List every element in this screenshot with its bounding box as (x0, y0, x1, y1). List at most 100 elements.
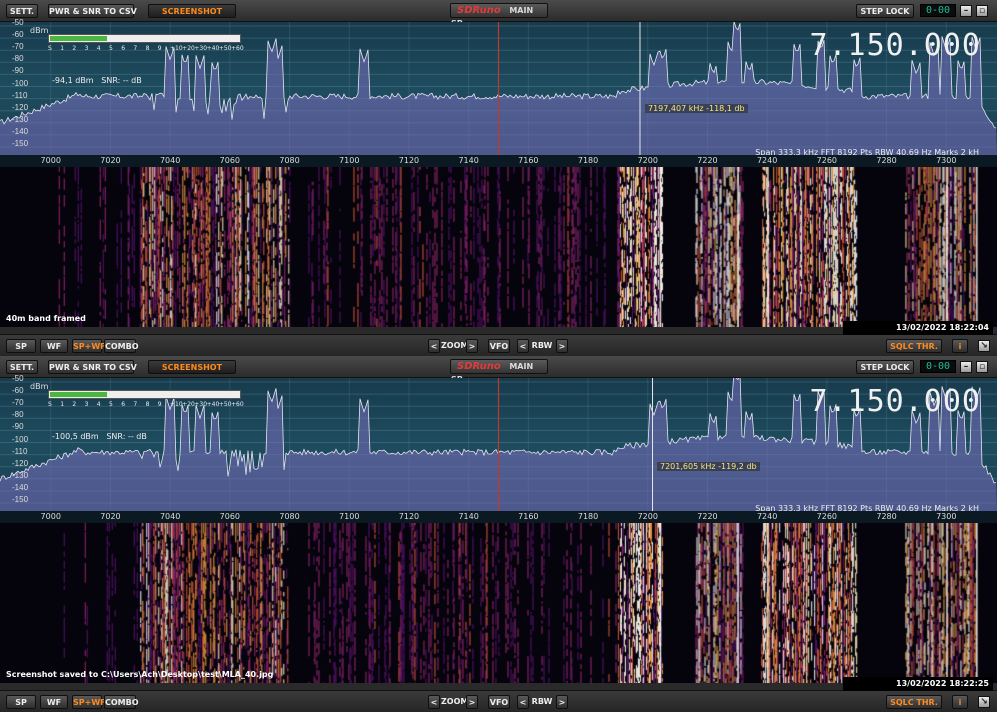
combo-button[interactable]: COMBO (104, 339, 139, 353)
db-tick-label: -60 (12, 30, 24, 40)
db-tick-label: -120 (12, 102, 29, 112)
level-readout: -94,1 dBm SNR: -- dB (52, 76, 142, 85)
s-meter-tick: 7 (133, 45, 138, 52)
waterfall-canvas (0, 523, 997, 683)
step-lock-button[interactable]: STEP LOCK (856, 4, 914, 18)
freq-tick-label: 7100 (339, 512, 360, 521)
s-meter-tick: 3 (84, 45, 89, 52)
maximize-icon[interactable]: ▫ (976, 361, 988, 373)
vfo-button[interactable]: VFO (488, 695, 510, 709)
s-meter-fill (50, 36, 108, 41)
snr-readout: SNR: -- dB (106, 432, 147, 441)
freq-tick-label: 7280 (876, 156, 897, 165)
s-meter-fill (50, 392, 108, 397)
combo-button[interactable]: COMBO (104, 695, 139, 709)
freq-tick-label: 7140 (458, 512, 479, 521)
s-meter-tick: +40 (206, 45, 220, 52)
sp-button[interactable]: SP (6, 695, 36, 709)
rbw-up-button[interactable]: > (556, 339, 568, 353)
freq-tick-label: 7080 (279, 512, 300, 521)
waterfall-display[interactable]: 40m band framed (0, 167, 997, 327)
freq-tick-label: 7160 (518, 156, 539, 165)
sdr-panel-top: SETT. PWR & SNR TO CSV SCREENSHOT SDRuno… (0, 0, 997, 356)
waterfall-display[interactable]: Screenshot saved to C:\Users\Ach\Desktop… (0, 523, 997, 683)
toolbar: SETT. PWR & SNR TO CSV SCREENSHOT SDRuno… (0, 356, 997, 384)
s-meter-tick: S (48, 401, 52, 408)
waterfall-caption: 40m band framed (6, 314, 86, 323)
sp-wf-button[interactable]: SP+WF (72, 695, 106, 709)
zoom-in-button[interactable]: > (466, 339, 478, 353)
freq-tick-label: 7240 (756, 512, 778, 521)
zoom-in-button[interactable]: > (466, 695, 478, 709)
s-meter-scale: S 1 2 3 4 5 6 7 8 9 +10 +20 +30 +40 +50 +60 (48, 45, 248, 55)
freq-tick-label: 7300 (936, 512, 957, 521)
freq-tick-label: 7240 (756, 156, 778, 165)
wf-button[interactable]: WF (40, 695, 68, 709)
rbw-up-button[interactable]: > (556, 695, 568, 709)
info-button[interactable]: i (952, 339, 968, 353)
freq-tick-label: 7000 (40, 512, 61, 521)
freq-tick-label: 7160 (518, 512, 539, 521)
s-meter-tick: S (48, 45, 52, 52)
s-meter-tick: +60 (231, 45, 244, 52)
minimize-icon[interactable]: – (960, 5, 972, 17)
minimize-icon[interactable]: – (960, 361, 972, 373)
frequency-display[interactable]: 7.150.000 (809, 28, 981, 63)
screenshot-button[interactable]: SCREENSHOT (148, 360, 236, 374)
freq-tick-label: 7180 (577, 512, 599, 521)
db-tick-label: -110 (12, 446, 28, 456)
freq-tick-label: 7060 (219, 512, 241, 521)
rbw-down-button[interactable]: < (517, 339, 529, 353)
freq-tick-label: 7000 (40, 156, 61, 165)
sp-wf-button[interactable]: SP+WF (72, 339, 106, 353)
freq-tick-label: 7200 (637, 512, 658, 521)
step-lock-button[interactable]: STEP LOCK (856, 360, 914, 374)
frequency-display[interactable]: 7.150.000 (809, 384, 981, 419)
settings-button[interactable]: SETT. (6, 360, 38, 374)
sqlc-threshold-button[interactable]: SQLC THR. (886, 695, 942, 709)
pwr-snr-csv-button[interactable]: PWR & SNR TO CSV (48, 360, 137, 374)
s-meter-tick: 6 (121, 401, 126, 408)
sp-button[interactable]: SP (6, 339, 36, 353)
s-meter-tick: 8 (145, 401, 150, 408)
s-meter (48, 34, 241, 43)
zoom-label: ZOOM (441, 341, 469, 350)
spectrum-display[interactable]: -50 -60 -70 -80 -90 -100 -110 -120 -130 -140 -150 … (0, 18, 997, 157)
freq-tick-label: 7020 (100, 512, 121, 521)
freq-tick-label: 7180 (577, 156, 599, 165)
pwr-snr-csv-button[interactable]: PWR & SNR TO CSV (48, 4, 137, 18)
waterfall-canvas (0, 167, 997, 327)
resize-icon[interactable]: ↘ (978, 340, 990, 352)
maximize-icon[interactable]: ▫ (976, 5, 988, 17)
info-button[interactable]: i (952, 695, 968, 709)
s-meter-tick: 2 (72, 45, 77, 52)
resize-icon[interactable]: ↘ (978, 696, 990, 708)
db-tick-label: -90 (12, 422, 24, 432)
bottom-toolbar: 13/02/2022 18:22:04 SP WF SP+WF COMBO < … (0, 321, 997, 356)
s-meter-tick: 2 (72, 401, 77, 408)
snr-readout: SNR: -- dB (101, 76, 142, 85)
spectrum-display[interactable]: -50 -60 -70 -80 -90 -100 -110 -120 -130 -140 -150 … (0, 374, 997, 513)
zoom-out-button[interactable]: < (428, 339, 440, 353)
dbm-readout: -100,5 dBm (52, 432, 99, 441)
screenshot-button[interactable]: SCREENSHOT (148, 4, 236, 18)
wf-button[interactable]: WF (40, 339, 68, 353)
zoom-out-button[interactable]: < (428, 695, 440, 709)
s-meter-tick: 6 (121, 45, 126, 52)
logo-text: SDRuno (457, 5, 501, 16)
freq-tick-label: 7060 (219, 156, 241, 165)
settings-button[interactable]: SETT. (6, 4, 38, 18)
timestamp: 13/02/2022 18:22:25 (843, 677, 993, 691)
s-meter-tick: +50 (218, 401, 232, 408)
rbw-down-button[interactable]: < (517, 695, 529, 709)
db-tick-label: -80 (12, 410, 24, 420)
s-meter-tick: +40 (206, 401, 220, 408)
s-meter-tick: 5 (109, 401, 113, 408)
sqlc-threshold-button[interactable]: SQLC THR. (886, 339, 942, 353)
segment-display: 0-00 (920, 360, 956, 373)
vfo-button[interactable]: VFO (488, 339, 510, 353)
timestamp: 13/02/2022 18:22:04 (843, 321, 993, 335)
sdr-panel-bottom: SETT. PWR & SNR TO CSV SCREENSHOT SDRuno… (0, 356, 997, 712)
s-meter-tick: +30 (194, 401, 208, 408)
s-meter-tick: +60 (231, 401, 244, 408)
